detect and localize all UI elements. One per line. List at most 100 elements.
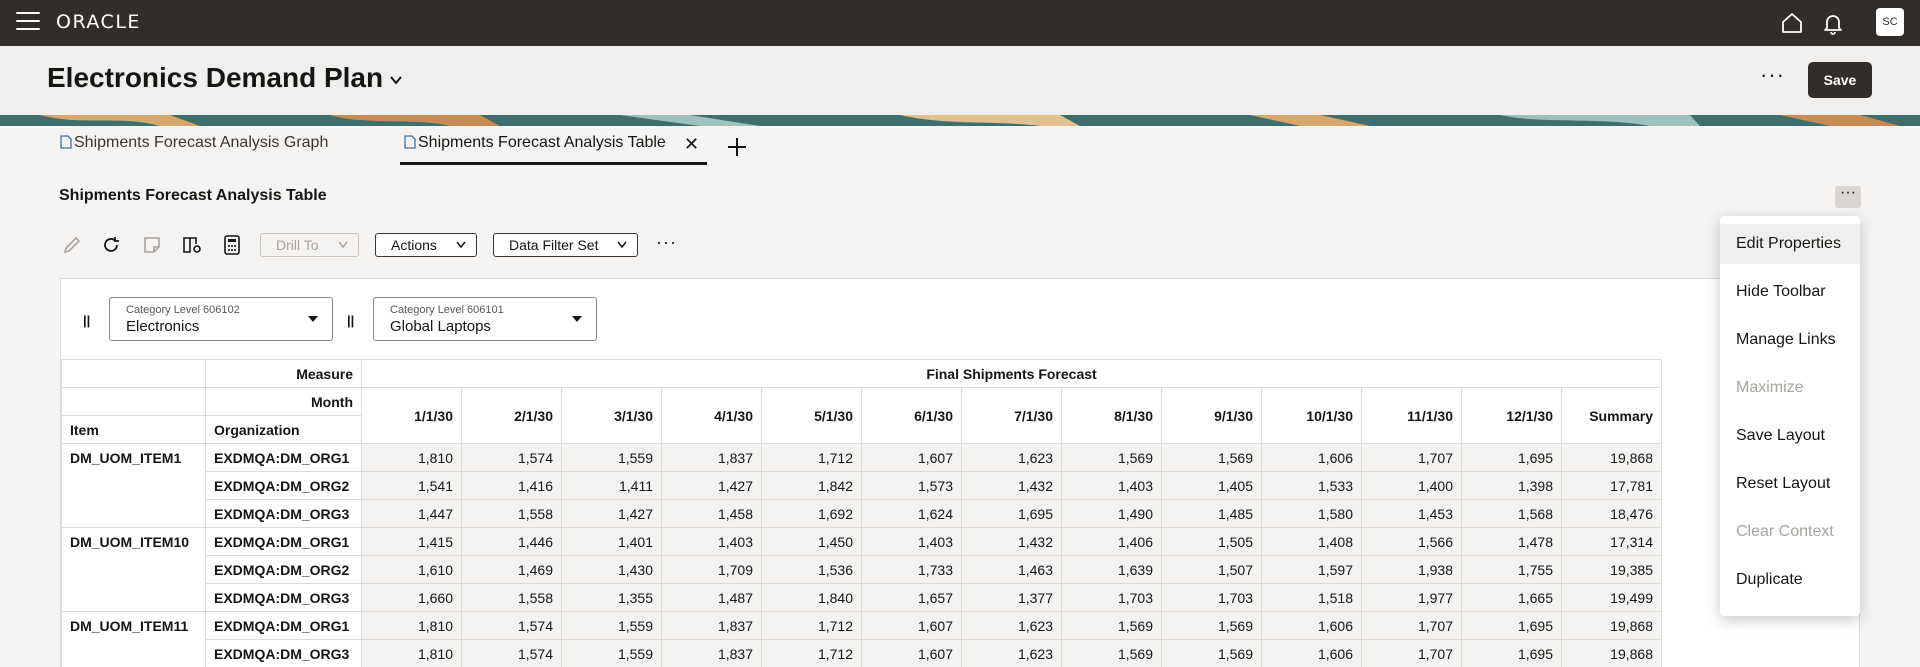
value-cell[interactable]: 1,977 [1361, 583, 1462, 612]
value-cell[interactable]: 1,559 [561, 443, 662, 472]
value-cell[interactable]: 1,447 [361, 499, 462, 528]
value-cell[interactable]: 1,610 [361, 555, 462, 584]
month-header[interactable]: 5/1/30 [761, 387, 862, 444]
value-cell[interactable]: 1,541 [361, 471, 462, 500]
value-cell[interactable]: 1,408 [1261, 527, 1362, 556]
organization-cell[interactable]: EXDMQA:DM_ORG1 [205, 443, 362, 472]
value-cell[interactable]: 1,837 [661, 611, 762, 640]
value-cell[interactable]: 1,569 [1061, 639, 1162, 667]
value-cell[interactable]: 1,842 [761, 471, 862, 500]
value-cell[interactable]: 1,559 [561, 611, 662, 640]
close-icon[interactable]: ✕ [684, 134, 699, 155]
tab-graph[interactable]: Shipments Forecast Analysis Graph [60, 134, 328, 166]
home-icon[interactable] [1778, 9, 1806, 37]
value-cell[interactable]: 1,607 [861, 443, 962, 472]
value-cell[interactable]: 1,569 [1161, 611, 1262, 640]
value-cell[interactable]: 1,837 [661, 443, 762, 472]
value-cell[interactable]: 1,707 [1361, 443, 1462, 472]
value-cell[interactable]: 1,712 [761, 611, 862, 640]
month-header[interactable]: 9/1/30 [1161, 387, 1262, 444]
toolbar-more-button[interactable]: ··· [656, 233, 677, 251]
drill-to-button[interactable]: Drill To [260, 233, 359, 257]
organization-cell[interactable]: EXDMQA:DM_ORG2 [205, 471, 362, 500]
bell-icon[interactable] [1819, 9, 1847, 37]
value-cell[interactable]: 1,432 [961, 527, 1062, 556]
organization-cell[interactable]: EXDMQA:DM_ORG1 [205, 527, 362, 556]
value-cell[interactable]: 1,623 [961, 443, 1062, 472]
value-cell[interactable]: 1,607 [861, 639, 962, 667]
value-cell[interactable]: 1,709 [661, 555, 762, 584]
item-cell[interactable]: DM_UOM_ITEM11 [61, 611, 206, 667]
menu-item-edit-properties[interactable]: Edit Properties [1720, 224, 1860, 264]
calculator-icon[interactable] [220, 233, 244, 257]
value-cell[interactable]: 1,446 [461, 527, 562, 556]
value-cell[interactable]: 1,569 [1061, 611, 1162, 640]
value-cell[interactable]: 19,385 [1561, 555, 1662, 584]
value-cell[interactable]: 1,665 [1461, 583, 1562, 612]
value-cell[interactable]: 1,401 [561, 527, 662, 556]
month-header[interactable]: 10/1/30 [1261, 387, 1362, 444]
value-cell[interactable]: 19,868 [1561, 443, 1662, 472]
month-header[interactable]: 6/1/30 [861, 387, 962, 444]
value-cell[interactable]: 1,810 [361, 611, 462, 640]
value-cell[interactable]: 1,755 [1461, 555, 1562, 584]
book-settings-icon[interactable] [180, 233, 204, 257]
value-cell[interactable]: 1,478 [1461, 527, 1562, 556]
value-cell[interactable]: 1,536 [761, 555, 862, 584]
organization-cell[interactable]: EXDMQA:DM_ORG3 [205, 583, 362, 612]
value-cell[interactable]: 1,837 [661, 639, 762, 667]
value-cell[interactable]: 1,606 [1261, 611, 1362, 640]
organization-cell[interactable]: EXDMQA:DM_ORG3 [205, 499, 362, 528]
month-header[interactable]: 3/1/30 [561, 387, 662, 444]
value-cell[interactable]: 1,403 [861, 527, 962, 556]
value-cell[interactable]: 1,463 [961, 555, 1062, 584]
value-cell[interactable]: 1,430 [561, 555, 662, 584]
value-cell[interactable]: 1,566 [1361, 527, 1462, 556]
value-cell[interactable]: 1,505 [1161, 527, 1262, 556]
value-cell[interactable]: 1,639 [1061, 555, 1162, 584]
value-cell[interactable]: 1,938 [1361, 555, 1462, 584]
value-cell[interactable]: 1,606 [1261, 443, 1362, 472]
value-cell[interactable]: 1,569 [1061, 443, 1162, 472]
actions-button[interactable]: Actions [375, 233, 477, 257]
value-cell[interactable]: 1,427 [561, 499, 662, 528]
menu-item-duplicate[interactable]: Duplicate [1720, 560, 1860, 600]
drag-handle-icon[interactable]: || [347, 313, 354, 328]
item-cell[interactable]: DM_UOM_ITEM10 [61, 527, 206, 612]
category-level-606102-select[interactable]: Category Level 606102 Electronics [109, 297, 333, 341]
value-cell[interactable]: 1,558 [461, 499, 562, 528]
value-cell[interactable]: 1,559 [561, 639, 662, 667]
value-cell[interactable]: 19,868 [1561, 611, 1662, 640]
user-avatar[interactable]: SC [1876, 8, 1904, 36]
value-cell[interactable]: 1,403 [1061, 471, 1162, 500]
add-tab-icon[interactable] [724, 134, 750, 160]
value-cell[interactable]: 17,314 [1561, 527, 1662, 556]
value-cell[interactable]: 1,405 [1161, 471, 1262, 500]
value-cell[interactable]: 19,868 [1561, 639, 1662, 667]
month-header[interactable]: 4/1/30 [661, 387, 762, 444]
value-cell[interactable]: 1,695 [961, 499, 1062, 528]
value-cell[interactable]: 1,840 [761, 583, 862, 612]
value-cell[interactable]: 1,569 [1161, 443, 1262, 472]
value-cell[interactable]: 17,781 [1561, 471, 1662, 500]
organization-cell[interactable]: EXDMQA:DM_ORG2 [205, 555, 362, 584]
value-cell[interactable]: 1,568 [1461, 499, 1562, 528]
value-cell[interactable]: 1,623 [961, 611, 1062, 640]
refresh-icon[interactable] [99, 233, 123, 257]
value-cell[interactable]: 1,574 [461, 639, 562, 667]
month-header[interactable]: 8/1/30 [1061, 387, 1162, 444]
value-cell[interactable]: 1,712 [761, 443, 862, 472]
pencil-icon[interactable] [60, 233, 84, 257]
value-cell[interactable]: 1,490 [1061, 499, 1162, 528]
save-button[interactable]: Save [1808, 62, 1872, 98]
value-cell[interactable]: 1,507 [1161, 555, 1262, 584]
value-cell[interactable]: 1,415 [361, 527, 462, 556]
month-header[interactable]: 12/1/30 [1461, 387, 1562, 444]
menu-item-hide-toolbar[interactable]: Hide Toolbar [1720, 272, 1860, 312]
value-cell[interactable]: 1,707 [1361, 611, 1462, 640]
value-cell[interactable]: 1,485 [1161, 499, 1262, 528]
value-cell[interactable]: 1,692 [761, 499, 862, 528]
section-more-button[interactable]: ··· [1835, 185, 1861, 208]
value-cell[interactable]: 1,712 [761, 639, 862, 667]
value-cell[interactable]: 1,623 [961, 639, 1062, 667]
